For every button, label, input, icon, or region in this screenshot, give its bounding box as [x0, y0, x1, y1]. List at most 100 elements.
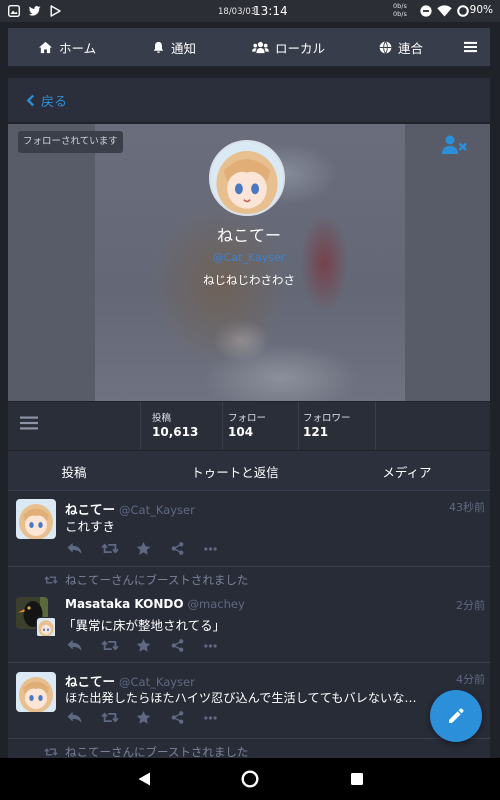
divider [222, 402, 223, 450]
status-content: これすき [65, 519, 116, 534]
status-time[interactable]: 2分前 [456, 597, 485, 613]
column-back-bar: 戻る [8, 78, 490, 122]
status-item[interactable]: ねこてーさんにブーストされました [8, 739, 490, 758]
status-bar: 18/03/03 13:14 0b/s 0b/s 90% [0, 0, 500, 22]
back-button-label: 戻る [41, 94, 68, 110]
tab-posts[interactable]: 投稿 [61, 462, 86, 481]
home-icon [39, 41, 52, 53]
reply-icon[interactable] [67, 711, 82, 724]
retweet-icon[interactable] [101, 711, 119, 724]
status-time[interactable]: 43秒前 [449, 499, 485, 515]
back-button[interactable]: 戻る [26, 78, 67, 122]
profile-avatar[interactable] [209, 140, 285, 216]
reply-icon[interactable] [67, 542, 82, 555]
bell-icon [153, 41, 164, 53]
status-display-name: ねこてー [65, 502, 116, 517]
profile-handle[interactable]: @Cat_Kayser [8, 251, 490, 264]
status-item[interactable]: ねこてー @Cat_Kayser 4分前 ほた出発したらほたハイツ忍び込んで生活し… [8, 663, 490, 739]
pencil-icon [449, 708, 464, 723]
ellipsis-icon[interactable] [204, 547, 217, 551]
retweet-icon[interactable] [101, 639, 119, 652]
ellipsis-icon[interactable] [204, 644, 217, 648]
star-icon[interactable] [136, 541, 151, 556]
avatar-image [211, 142, 283, 214]
compose-button[interactable] [430, 690, 482, 742]
avatar[interactable] [16, 499, 56, 539]
back-icon[interactable] [136, 771, 152, 787]
share-icon[interactable] [171, 542, 184, 555]
nav-notifications-label: 通知 [171, 40, 197, 56]
reply-icon[interactable] [67, 639, 82, 652]
status-display-name: Masataka KONDO [65, 597, 184, 611]
status-handle: @Cat_Kayser [119, 503, 195, 517]
boost-text[interactable]: ねこてーさんにブーストされました [65, 572, 248, 588]
bars-icon [464, 41, 477, 53]
stat-following-value: 104 [228, 425, 254, 439]
stat-posts-label: 投稿 [152, 413, 172, 424]
status-author[interactable]: Masataka KONDO @machey [65, 597, 245, 611]
nav-local-label: ローカル [275, 40, 326, 56]
status-item[interactable]: ねこてーさんにブーストされました Masataka KONDO @machey 2… [8, 567, 490, 663]
status-handle: @machey [187, 597, 245, 611]
stat-posts-value: 10,613 [152, 425, 199, 439]
stat-followers[interactable]: フォロワー 121 [303, 402, 371, 450]
home-circle-icon[interactable] [241, 770, 259, 788]
avatar-image [16, 499, 56, 539]
account-tabs: 投稿 トゥートと返信 メディア [8, 451, 490, 491]
battery-ring-icon [457, 5, 469, 17]
divider [298, 402, 299, 450]
status-feed: ねこてー @Cat_Kayser 43秒前 これすき ねこてーさんにブーストされま… [8, 491, 490, 758]
boost-indicator: ねこてーさんにブーストされました [44, 572, 248, 588]
account-stats-bar: 投稿 10,613 フォロー 104 フォロワー 121 [8, 402, 490, 450]
retweet-icon [44, 748, 58, 756]
star-icon[interactable] [136, 638, 151, 653]
stat-following-label: フォロー [228, 413, 267, 424]
data-saver-icon [420, 5, 432, 17]
status-date: 18/03/03 [218, 7, 257, 17]
stat-following[interactable]: フォロー 104 [228, 402, 296, 450]
play-store-icon [50, 5, 61, 17]
share-icon[interactable] [171, 639, 184, 652]
nav-home-label: ホーム [59, 40, 97, 56]
nav-federated-label: 連合 [398, 40, 424, 56]
tab-media[interactable]: メディア [382, 462, 431, 481]
avatar[interactable] [16, 672, 56, 712]
profile-display-name: ねこてー [216, 226, 281, 245]
nav-local[interactable]: ローカル [252, 28, 325, 66]
retweet-icon[interactable] [101, 542, 119, 555]
stat-posts[interactable]: 投稿 10,613 [152, 402, 220, 450]
nav-federated[interactable]: 連合 [379, 28, 423, 66]
status-content: 「異常に床が整地されてる」 [63, 618, 226, 633]
nav-notifications[interactable]: 通知 [152, 28, 196, 66]
image-notification-icon [8, 5, 20, 17]
share-icon[interactable] [171, 711, 184, 724]
boost-text[interactable]: ねこてーさんにブーストされました [65, 744, 248, 758]
battery-percent: 90% [469, 4, 493, 16]
status-time: 13:14 [253, 4, 288, 18]
user-times-icon[interactable] [442, 135, 468, 155]
nav-home[interactable]: ホーム [38, 28, 96, 66]
boost-indicator: ねこてーさんにブーストされました [44, 744, 248, 758]
users-icon [252, 41, 269, 53]
divider [140, 402, 141, 450]
divider [375, 402, 376, 450]
nav-menu-button[interactable] [464, 28, 477, 66]
account-menu-icon[interactable] [20, 416, 38, 430]
chevron-left-icon [26, 94, 35, 106]
stat-followers-value: 121 [303, 425, 329, 439]
twitter-icon [28, 6, 41, 16]
stat-followers-label: フォロワー [303, 413, 351, 424]
tab-posts-and-replies[interactable]: トゥートと返信 [191, 462, 279, 481]
recents-icon[interactable] [351, 773, 363, 785]
booster-avatar[interactable] [36, 617, 57, 638]
status-display-name: ねこてー [65, 674, 116, 689]
status-time[interactable]: 4分前 [456, 671, 485, 687]
system-navigation-bar [0, 758, 500, 800]
profile-bio: ねじねじわさわさ [203, 273, 295, 287]
status-item[interactable]: ねこてー @Cat_Kayser 43秒前 これすき [8, 491, 490, 567]
wifi-icon [437, 5, 452, 17]
star-icon[interactable] [136, 710, 151, 725]
network-speed-down: 0b/s [393, 10, 407, 18]
ellipsis-icon[interactable] [204, 716, 217, 720]
avatar-image [37, 618, 55, 636]
